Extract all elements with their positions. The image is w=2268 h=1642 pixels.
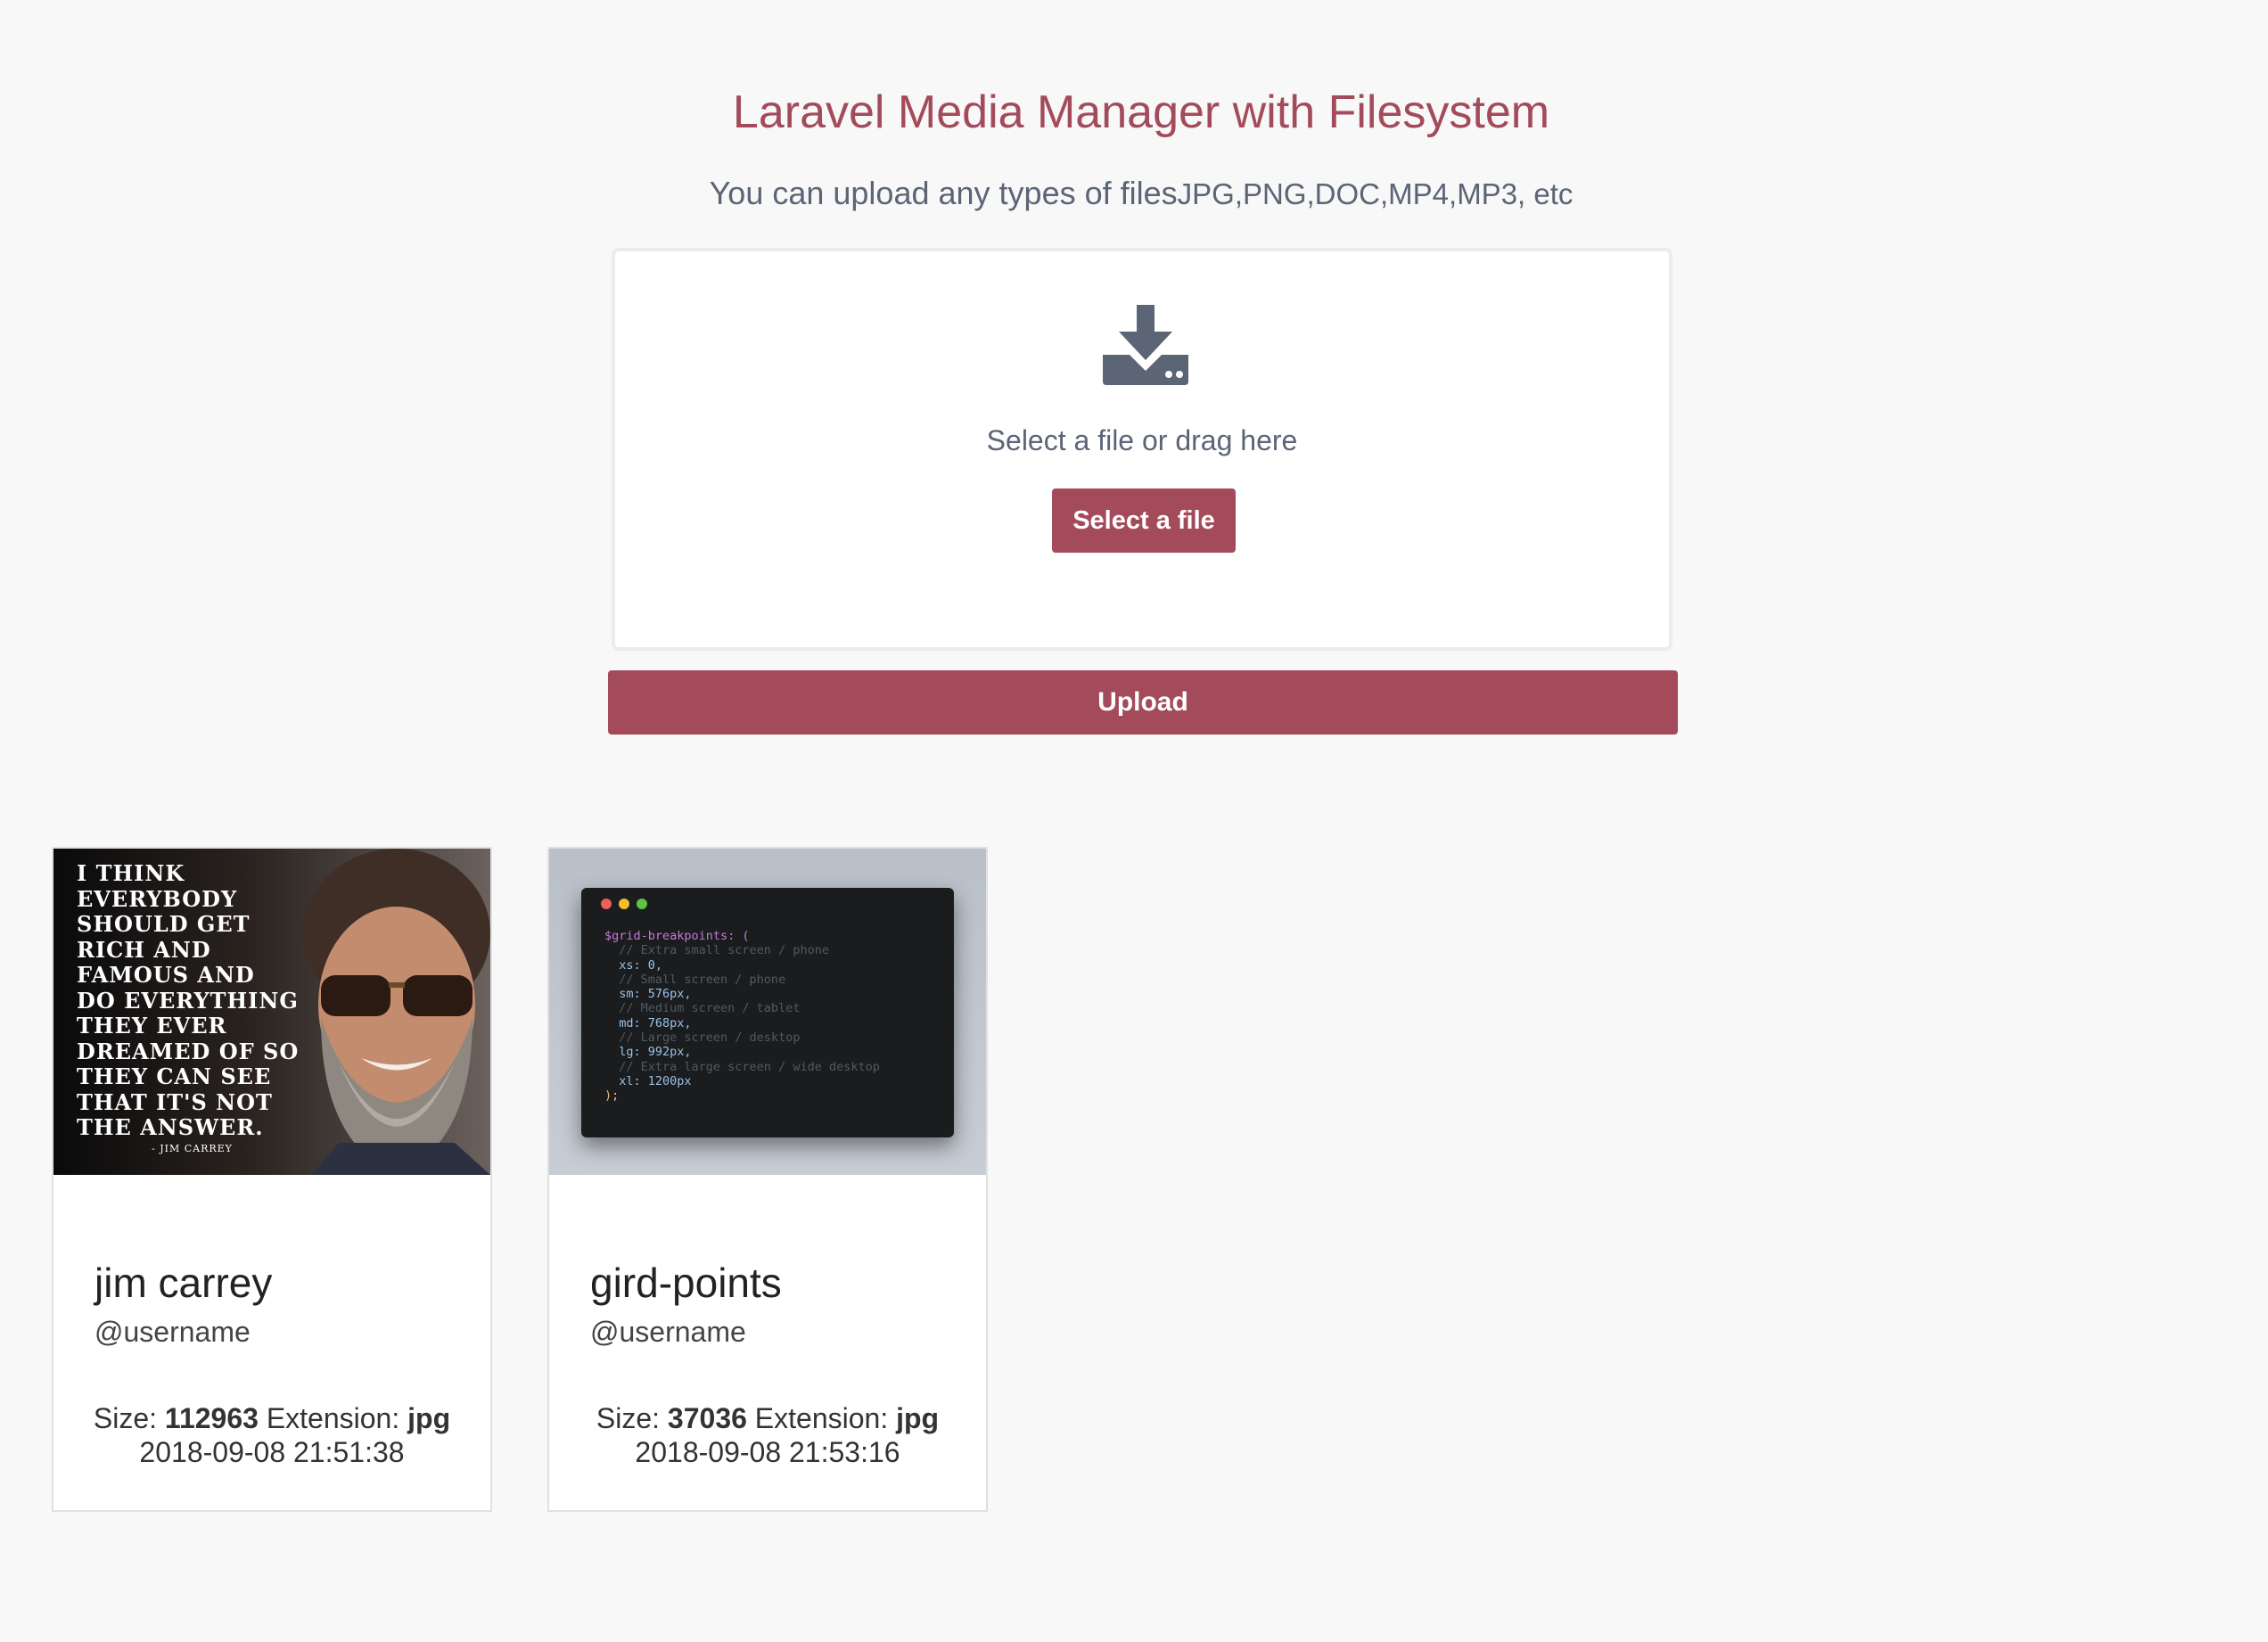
quote-line: DREAMED OF SO — [77, 1038, 300, 1064]
page-subtitle: You can upload any types of filesJPG,PNG… — [0, 175, 2268, 212]
size-value: 112963 — [164, 1402, 259, 1434]
media-meta: Size: 37036 Extension: jpg 2018-09-08 21… — [549, 1401, 986, 1469]
select-file-button[interactable]: Select a file — [1052, 488, 1236, 553]
size-value: 37036 — [667, 1402, 747, 1434]
dropzone-instructions: Select a file or drag here — [986, 424, 1298, 456]
media-card[interactable]: I THINK EVERYBODY SHOULD GET RICH AND FAMOUS… — [52, 847, 492, 1512]
media-username: @username — [590, 1316, 746, 1348]
quote-line: THAT IT'S NOT — [77, 1088, 273, 1115]
quote-line: EVERYBODY — [77, 885, 238, 912]
media-title: jim carrey — [94, 1260, 273, 1306]
extension-label: Extension: — [754, 1402, 889, 1434]
quote-text: I THINK EVERYBODY SHOULD GET RICH AND FAMOUS… — [77, 860, 300, 1141]
subtitle-file-types: JPG,PNG,DOC,MP4,MP3, etc — [1177, 177, 1574, 210]
media-title: gird-points — [590, 1260, 782, 1306]
quote-line: THE ANSWER. — [77, 1114, 264, 1140]
subtitle-text: You can upload any types of files — [709, 175, 1178, 211]
download-tray-icon — [1103, 305, 1188, 385]
code-line: // Medium screen / tablet — [604, 1001, 801, 1016]
media-card[interactable]: $grid-breakpoints: ( // Extra small scre… — [547, 847, 988, 1512]
window-close-dot — [601, 899, 612, 909]
quote-line: RICH AND — [77, 936, 211, 963]
quote-attribution: - JIM CARREY — [152, 1143, 233, 1154]
code-line: lg: 992px, — [604, 1045, 692, 1060]
code-line: // Extra large screen / wide desktop — [604, 1059, 880, 1074]
window-minimize-dot — [619, 899, 629, 909]
code-line: ); — [604, 1088, 620, 1104]
page-title: Laravel Media Manager with Filesystem — [732, 86, 1550, 138]
code-line: xs: 0, — [604, 957, 663, 973]
extension-label: Extension: — [266, 1402, 400, 1434]
code-line: $grid-breakpoints: ( — [604, 929, 750, 943]
quote-line: I THINK — [77, 860, 185, 886]
quote-line: SHOULD GET — [77, 911, 251, 937]
media-thumbnail: I THINK EVERYBODY SHOULD GET RICH AND FAMOUS… — [53, 849, 490, 1175]
file-dropzone[interactable]: Select a file or drag here Select a file — [612, 248, 1672, 651]
media-meta: Size: 112963 Extension: jpg 2018-09-08 2… — [53, 1401, 490, 1469]
media-thumbnail: $grid-breakpoints: ( // Extra small scre… — [549, 849, 986, 1175]
extension-value: jpg — [896, 1402, 940, 1434]
quote-line: DO EVERYTHING — [77, 987, 299, 1014]
code-window: $grid-breakpoints: ( // Extra small scre… — [581, 888, 954, 1137]
code-line: xl: 1200px — [604, 1073, 692, 1088]
size-label: Size: — [596, 1402, 661, 1434]
upload-button[interactable]: Upload — [608, 670, 1678, 735]
quote-line: FAMOUS AND — [77, 962, 255, 988]
code-snippet: $grid-breakpoints: ( // Extra small scre… — [604, 929, 880, 1104]
media-date: 2018-09-08 21:53:16 — [635, 1436, 900, 1468]
media-date: 2018-09-08 21:51:38 — [139, 1436, 405, 1468]
quote-line: THEY CAN SEE — [77, 1063, 272, 1089]
code-line: md: 768px, — [604, 1015, 692, 1030]
code-line: // Extra small screen / phone — [604, 943, 829, 958]
window-maximize-dot — [637, 899, 647, 909]
quote-line: THEY EVER — [77, 1013, 227, 1039]
media-username: @username — [94, 1316, 251, 1348]
code-line: // Small screen / phone — [604, 972, 786, 987]
code-line: sm: 576px, — [604, 987, 692, 1002]
code-line: // Large screen / desktop — [604, 1030, 801, 1046]
size-label: Size: — [93, 1402, 158, 1434]
extension-value: jpg — [407, 1402, 451, 1434]
